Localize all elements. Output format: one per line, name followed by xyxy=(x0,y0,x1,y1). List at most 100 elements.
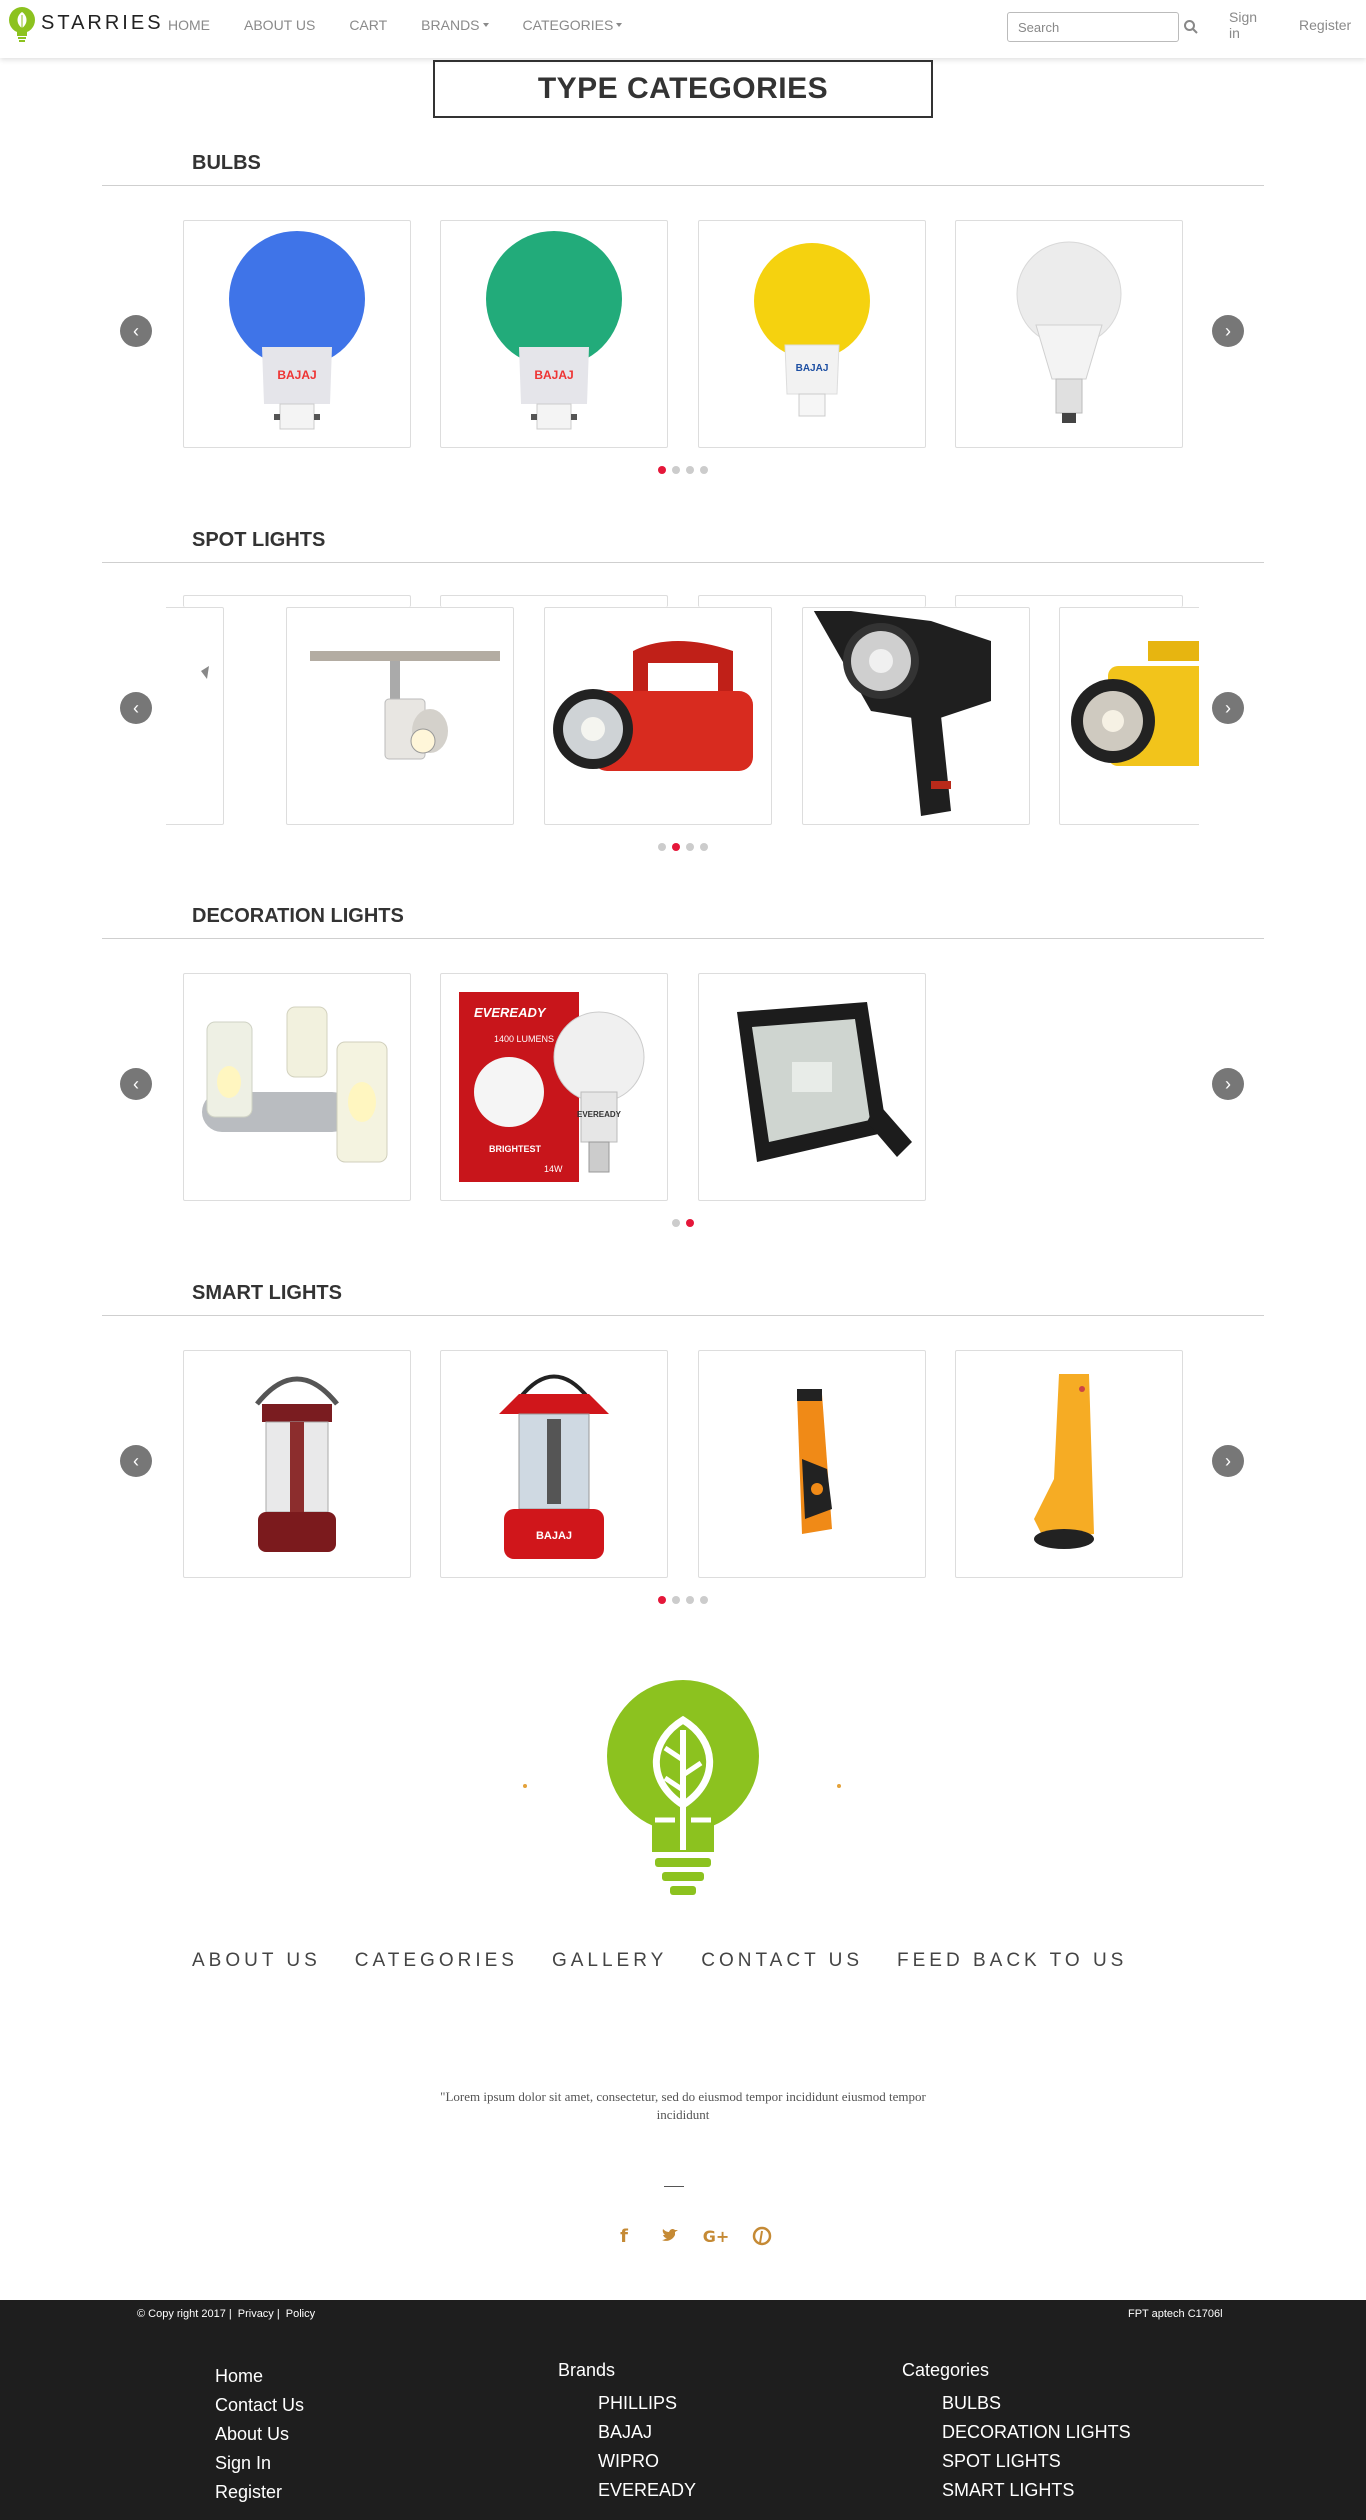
svg-text:BAJAJ: BAJAJ xyxy=(534,368,573,382)
carousel-dot[interactable] xyxy=(686,1219,694,1227)
spot-lights-section: SPOT LIGHTS ‹ › xyxy=(0,529,1366,889)
white-led-bulb-image xyxy=(1016,241,1122,423)
decoration-lights-section: DECORATION LIGHTS ‹ EVEREADY 1400 LUMENS… xyxy=(0,905,1366,1265)
product-card[interactable]: BAJAJ xyxy=(183,220,411,448)
svg-text:BAJAJ: BAJAJ xyxy=(536,1530,572,1542)
red-lantern-torch-image xyxy=(553,641,753,771)
product-card[interactable] xyxy=(802,607,1030,825)
black-spot-light-image xyxy=(813,611,991,816)
register-link[interactable]: Register xyxy=(1299,17,1351,33)
footer-link-about-us[interactable]: ABOUT US xyxy=(192,1950,321,1972)
carousel-indicators xyxy=(0,1596,1366,1604)
carousel-prev-button[interactable]: ‹ xyxy=(120,315,152,347)
footer-link-home[interactable]: Home xyxy=(215,2362,304,2391)
card-outline xyxy=(698,595,926,607)
product-card[interactable] xyxy=(698,1350,926,1578)
footer-categories: Categories BULBS DECORATION LIGHTS SPOT … xyxy=(902,2360,1131,2505)
nav-cart[interactable]: CART xyxy=(349,17,387,33)
green-bulb-image: BAJAJ xyxy=(486,231,622,430)
page-title-box: TYPE CATEGORIES xyxy=(433,60,933,118)
carousel-dot[interactable] xyxy=(672,843,680,851)
policy-link[interactable]: Policy xyxy=(286,2308,315,2320)
product-card[interactable] xyxy=(286,607,514,825)
carousel-prev-button[interactable]: ‹ xyxy=(120,1068,152,1100)
pinterest-icon[interactable] xyxy=(752,2226,772,2246)
facebook-icon[interactable]: f xyxy=(614,2226,634,2247)
sign-in-link[interactable]: Sign in xyxy=(1229,9,1257,41)
nav-home[interactable]: HOME xyxy=(168,17,210,33)
partial-product-image xyxy=(201,666,209,679)
product-card[interactable] xyxy=(1059,607,1199,825)
footer-category-link[interactable]: SMART LIGHTS xyxy=(902,2476,1131,2505)
carousel-dot[interactable] xyxy=(658,1596,666,1604)
carousel-prev-button[interactable]: ‹ xyxy=(120,692,152,724)
privacy-link[interactable]: Privacy xyxy=(238,2308,274,2320)
footer-link-contact-us[interactable]: CONTACT US xyxy=(701,1950,863,1972)
svg-text:BAJAJ: BAJAJ xyxy=(277,368,316,382)
product-card[interactable] xyxy=(544,607,772,825)
product-card[interactable]: BAJAJ xyxy=(440,1350,668,1578)
carousel-dot[interactable] xyxy=(686,1596,694,1604)
carousel-next-button[interactable]: › xyxy=(1212,315,1244,347)
carousel-next-button[interactable]: › xyxy=(1212,1445,1244,1477)
yellow-torch-image xyxy=(1071,641,1199,766)
account-nav: Sign in Register xyxy=(1229,0,1366,50)
carousel-next-button[interactable]: › xyxy=(1212,1068,1244,1100)
footer-link-categories[interactable]: CATEGORIES xyxy=(355,1950,518,1972)
footer-category-link[interactable]: BULBS xyxy=(902,2389,1131,2418)
carousel-next-button[interactable]: › xyxy=(1212,692,1244,724)
product-card[interactable] xyxy=(183,973,411,1201)
carousel-dot[interactable] xyxy=(672,466,680,474)
twitter-icon[interactable] xyxy=(660,2226,680,2246)
candle-lights-image xyxy=(202,1006,388,1163)
product-card[interactable] xyxy=(955,1350,1183,1578)
footer-link-register[interactable]: Register xyxy=(215,2478,304,2507)
carousel-dot[interactable] xyxy=(658,466,666,474)
footer-brand-link[interactable]: EVEREADY xyxy=(558,2476,696,2505)
product-card[interactable]: BAJAJ xyxy=(440,220,668,448)
footer-nav: ABOUT US CATEGORIES GALLERY CONTACT US F… xyxy=(192,1950,1161,1972)
product-card[interactable] xyxy=(955,220,1183,448)
footer-brand-link[interactable]: PHILLIPS xyxy=(558,2389,696,2418)
footer-brand-link[interactable]: WIPRO xyxy=(558,2447,696,2476)
brand[interactable]: STARRIES xyxy=(6,6,164,48)
bulb-logo-icon xyxy=(9,7,35,42)
product-card[interactable] xyxy=(698,973,926,1201)
nav-about-us[interactable]: ABOUT US xyxy=(244,17,315,33)
nav-categories-dropdown[interactable]: CATEGORIES xyxy=(523,17,623,33)
product-card[interactable] xyxy=(183,1350,411,1578)
nav-brands-dropdown[interactable]: BRANDS xyxy=(421,17,489,33)
bajaj-lantern-image: BAJAJ xyxy=(499,1374,609,1559)
search-input[interactable] xyxy=(1007,12,1179,42)
footer-link-sign-in[interactable]: Sign In xyxy=(215,2449,304,2478)
nav-categories-label: CATEGORIES xyxy=(522,17,614,33)
eveready-bulb-box-image: EVEREADY 1400 LUMENS BRIGHTEST 14W EVERE… xyxy=(459,992,645,1182)
google-plus-icon[interactable]: G+ xyxy=(703,2226,730,2246)
product-card[interactable]: EVEREADY 1400 LUMENS BRIGHTEST 14W EVERE… xyxy=(440,973,668,1201)
carousel-dot[interactable] xyxy=(700,1596,708,1604)
carousel-dot[interactable] xyxy=(700,843,708,851)
footer-link-gallery[interactable]: GALLERY xyxy=(552,1950,667,1972)
divider xyxy=(664,2186,684,2187)
product-card[interactable] xyxy=(166,607,224,825)
footer-category-link[interactable]: DECORATION LIGHTS xyxy=(902,2418,1131,2447)
carousel-dot[interactable] xyxy=(658,843,666,851)
divider xyxy=(102,938,1264,939)
section-title: SPOT LIGHTS xyxy=(192,529,326,551)
search-icon[interactable] xyxy=(1183,19,1199,35)
product-card[interactable]: BAJAJ xyxy=(698,220,926,448)
carousel-dot[interactable] xyxy=(686,843,694,851)
carousel-dot[interactable] xyxy=(672,1596,680,1604)
footer-link-feedback[interactable]: FEED BACK TO US xyxy=(897,1950,1127,1972)
carousel-dot[interactable] xyxy=(686,466,694,474)
carousel-dot[interactable] xyxy=(672,1219,680,1227)
nav-brands-label: BRANDS xyxy=(421,17,480,33)
footer-link-contact[interactable]: Contact Us xyxy=(215,2391,304,2420)
footer-quick-links: Home Contact Us About Us Sign In Registe… xyxy=(215,2362,304,2507)
footer-category-link[interactable]: SPOT LIGHTS xyxy=(902,2447,1131,2476)
footer-link-about[interactable]: About Us xyxy=(215,2420,304,2449)
carousel-dot[interactable] xyxy=(700,466,708,474)
footer-brand-link[interactable]: BAJAJ xyxy=(558,2418,696,2447)
carousel-prev-button[interactable]: ‹ xyxy=(120,1445,152,1477)
footer-brands: Brands PHILLIPS BAJAJ WIPRO EVEREADY xyxy=(558,2360,696,2505)
